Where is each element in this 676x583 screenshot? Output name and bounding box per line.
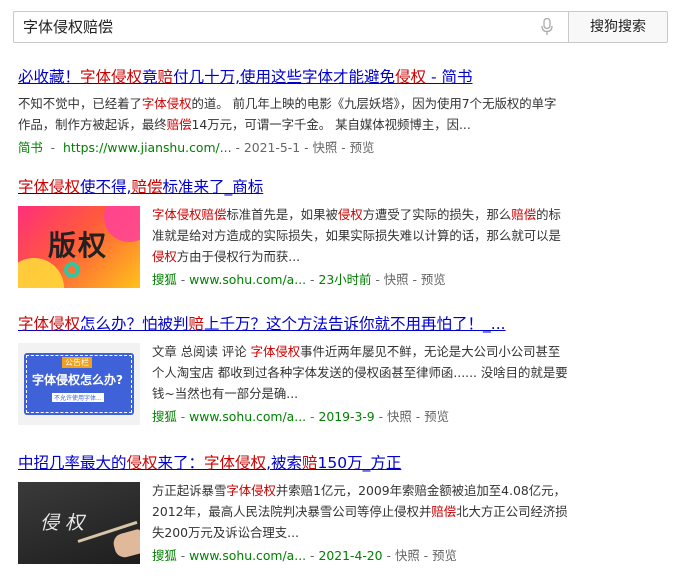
highlighted-keyword: 侵权 xyxy=(395,68,427,86)
result-meta: 搜狐 - www.sohu.com/a... - 2019-3-9 - 快照 -… xyxy=(152,409,449,424)
search-result: 字体侵权怎么办？怕被判赔上千万？这个方法告诉你就不用再怕了！_... 公告栏 字… xyxy=(18,314,568,427)
highlighted-keyword: 字体侵权 xyxy=(250,344,301,359)
result-source: 搜狐 xyxy=(152,272,177,287)
highlighted-keyword: 侵权 xyxy=(126,454,158,472)
text-segment: 来了： xyxy=(157,454,205,472)
result-url[interactable]: https://www.jianshu.com/... xyxy=(63,140,232,155)
snapshot-link[interactable]: 快照 xyxy=(387,409,412,424)
text-segment: ,被索 xyxy=(266,454,302,472)
result-thumbnail[interactable]: 侵权 xyxy=(18,482,140,564)
search-result: 字体侵权使不得,赔偿标准来了_商标 版权 字体侵权赔偿标准首先是，如果被侵权方遭… xyxy=(18,177,568,290)
result-url[interactable]: www.sohu.com/a... xyxy=(189,272,306,287)
result-source: 搜狐 xyxy=(152,409,177,424)
thumbnail-text: 字体侵权怎么办? xyxy=(32,373,123,387)
text-segment: 方正起诉暴雪 xyxy=(152,483,227,498)
preview-link[interactable]: 预览 xyxy=(350,140,375,155)
highlighted-keyword: 字体侵权 xyxy=(18,315,81,333)
text-segment: 文章 总阅读 评论 xyxy=(152,344,251,359)
result-title-link[interactable]: 中招几率最大的侵权来了：字体侵权,被索赔150万_方正 xyxy=(18,453,568,473)
result-source: 简书 xyxy=(18,140,43,155)
highlighted-keyword: 字体侵权赔偿 xyxy=(152,207,227,222)
search-result: 必收藏！字体侵权竟赔付几十万,使用这些字体才能避免侵权 - 简书 不知不觉中，已… xyxy=(18,67,568,158)
result-url[interactable]: www.sohu.com/a... xyxy=(189,409,306,424)
highlighted-keyword: 字体侵权 xyxy=(226,483,276,498)
text-segment: 14万元，可谓一字千金。 某自媒体视频博主，因... xyxy=(191,117,471,132)
result-thumbnail[interactable]: 公告栏 字体侵权怎么办? 不允许使用字体... xyxy=(18,343,140,425)
result-date: 2021-5-1 xyxy=(243,140,301,155)
text-segment: 方由于侵权行为而获... xyxy=(176,249,301,264)
text-segment: 使不得, xyxy=(80,178,132,196)
highlighted-keyword: 赔偿 xyxy=(511,207,537,222)
preview-link[interactable]: 预览 xyxy=(421,272,446,287)
text-segment: 上千万？这个方法告诉你就不用再怕了！_... xyxy=(204,315,506,333)
text-segment: 不知不觉中，已经着了 xyxy=(18,96,142,111)
search-bar: 字体侵权赔偿 搜狗搜索 xyxy=(13,11,668,43)
highlighted-keyword: 赔偿 xyxy=(166,117,192,132)
highlighted-keyword: 字体侵权 xyxy=(80,68,143,86)
text-segment: 150万_方正 xyxy=(317,454,402,472)
snapshot-link[interactable]: 快照 xyxy=(384,272,409,287)
result-snippet: 文章 总阅读 评论 字体侵权事件近两年屡见不鲜，无论是大公司小公司甚至个人淘宝店… xyxy=(152,341,568,404)
thumbnail-subtext: 不允许使用字体... xyxy=(52,393,104,402)
preview-link[interactable]: 预览 xyxy=(424,409,449,424)
highlighted-keyword: 字体侵权 xyxy=(18,178,81,196)
thumbnail-text: 侵权 xyxy=(40,512,91,534)
thumbnail-tag: 公告栏 xyxy=(62,357,92,368)
search-result: 中招几率最大的侵权来了：字体侵权,被索赔150万_方正 侵权 方正起诉暴雪字体侵… xyxy=(18,453,568,566)
text-segment: 方遭受了实际的损失，那么 xyxy=(362,207,512,222)
result-date: 23小时前 xyxy=(318,272,372,287)
highlighted-keyword: 字体侵权 xyxy=(141,96,192,111)
highlighted-keyword: 侵权 xyxy=(152,249,177,264)
result-title-link[interactable]: 字体侵权怎么办？怕被判赔上千万？这个方法告诉你就不用再怕了！_... xyxy=(18,314,568,334)
text-segment: 竟 xyxy=(142,68,158,86)
highlighted-keyword: 赔偿 xyxy=(131,178,163,196)
result-source: 搜狐 xyxy=(152,548,177,563)
result-date: 2019-3-9 xyxy=(318,409,375,424)
text-segment: 标准来了_商标 xyxy=(162,178,264,196)
thumbnail-text: 版权 xyxy=(48,229,109,262)
result-title-link[interactable]: 必收藏！字体侵权竟赔付几十万,使用这些字体才能避免侵权 - 简书 xyxy=(18,67,568,87)
result-snippet: 不知不觉中，已经着了字体侵权的道。 前几年上映的电影《九层妖塔》，因为使用7个无… xyxy=(18,93,568,135)
text-segment: 怎么办？怕被判 xyxy=(80,315,189,333)
text-segment: 中招几率最大的 xyxy=(18,454,127,472)
highlighted-keyword: 赔 xyxy=(302,454,318,472)
search-button[interactable]: 搜狗搜索 xyxy=(568,11,668,43)
text-segment: 必收藏！ xyxy=(18,68,81,86)
result-meta: 搜狐 - www.sohu.com/a... - 23小时前 - 快照 - 预览 xyxy=(152,272,446,287)
result-meta: 搜狐 - www.sohu.com/a... - 2021-4-20 - 快照 … xyxy=(152,548,457,563)
highlighted-keyword: 赔 xyxy=(157,68,174,86)
result-snippet: 方正起诉暴雪字体侵权并索赔1亿元，2009年索赔金额被追加至4.08亿元，201… xyxy=(152,480,568,543)
highlighted-keyword: 侵权 xyxy=(337,207,363,222)
text-segment: 标准首先是，如果被 xyxy=(226,207,338,222)
highlighted-keyword: 赔 xyxy=(188,315,205,333)
microphone-icon[interactable] xyxy=(536,16,558,38)
snapshot-link[interactable]: 快照 xyxy=(395,548,420,563)
highlighted-keyword: 字体侵权 xyxy=(204,454,267,472)
snapshot-link[interactable]: 快照 xyxy=(313,140,338,155)
search-input[interactable]: 字体侵权赔偿 xyxy=(13,11,578,43)
result-url[interactable]: www.sohu.com/a... xyxy=(189,548,306,563)
preview-link[interactable]: 预览 xyxy=(432,548,457,563)
text-segment: - 简书 xyxy=(426,68,473,86)
result-meta: 简书 - https://www.jianshu.com/... - 2021-… xyxy=(18,140,375,155)
result-title-link[interactable]: 字体侵权使不得,赔偿标准来了_商标 xyxy=(18,177,568,197)
highlighted-keyword: 赔偿 xyxy=(431,504,457,519)
text-segment: 付几十万,使用这些字体才能避免 xyxy=(173,68,395,86)
result-date: 2021-4-20 xyxy=(318,548,383,563)
result-snippet: 字体侵权赔偿标准首先是，如果被侵权方遭受了实际的损失，那么赔偿的标准就是给对方造… xyxy=(152,204,568,267)
result-thumbnail[interactable]: 版权 xyxy=(18,206,140,288)
